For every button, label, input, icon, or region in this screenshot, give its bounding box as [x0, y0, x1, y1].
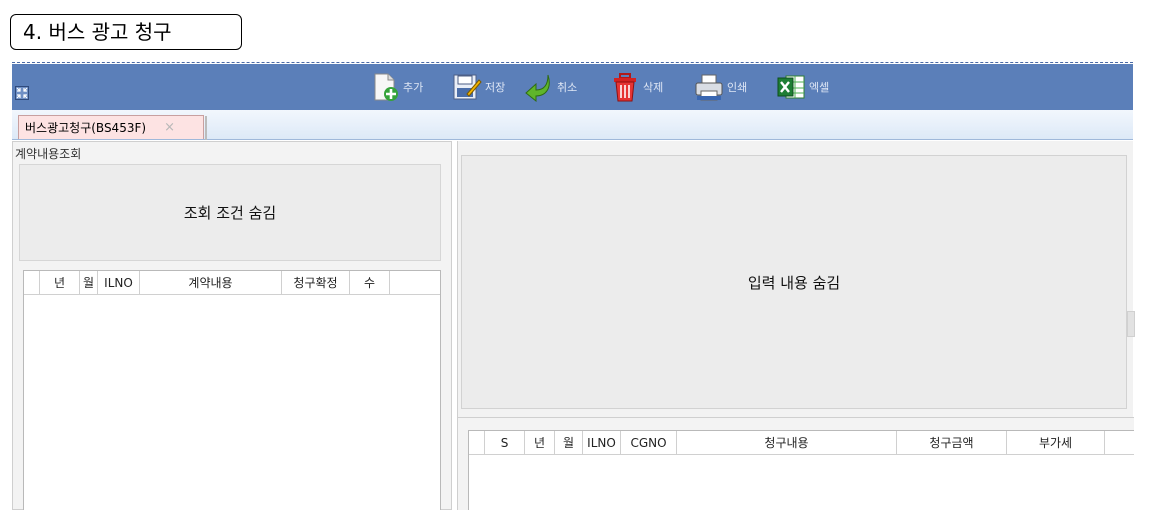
dashed-divider	[12, 62, 1133, 63]
grid-header-billing-content[interactable]: 청구내용	[677, 431, 897, 454]
tab-bus-ad-billing[interactable]: 버스광고청구(BS453F) ×	[18, 115, 207, 140]
add-button[interactable]: 추가	[370, 68, 423, 106]
hide-search-conditions-toggle[interactable]: 조회 조건 숨김	[19, 164, 441, 261]
delete-button[interactable]: 삭제	[610, 68, 663, 106]
contract-search-panel: 계약내용조회 조회 조건 숨김 년 월 ILNO 계약내용 청구확정 수	[12, 141, 452, 510]
print-label: 인쇄	[727, 81, 748, 94]
printer-icon	[695, 74, 723, 101]
grid-header-year[interactable]: 년	[40, 271, 80, 294]
billing-panel: 입력 내용 숨김 S 년 월 ILNO CGNO 청구내용 청구금액 부가세	[457, 141, 1135, 510]
grid-header-vat[interactable]: 부가세	[1007, 431, 1105, 454]
panel-title: 계약내용조회	[15, 147, 82, 161]
excel-icon	[777, 75, 805, 99]
collapse-toggle-icon[interactable]	[15, 86, 29, 100]
delete-label: 삭제	[643, 81, 664, 94]
grid-header-row: 년 월 ILNO 계약내용 청구확정 수	[24, 271, 440, 295]
cancel-button[interactable]: 취소	[524, 68, 577, 106]
save-button[interactable]: 저장	[452, 68, 505, 106]
grid-header-cgno[interactable]: CGNO	[621, 431, 677, 454]
trash-icon	[614, 73, 636, 102]
tab-label: 버스광고청구(BS453F)	[25, 120, 147, 135]
grid-header-month[interactable]: 월	[80, 271, 98, 294]
save-label: 저장	[485, 81, 506, 94]
billing-grid: S 년 월 ILNO CGNO 청구내용 청구금액 부가세	[468, 430, 1134, 510]
grid-header-billing-confirmed[interactable]: 청구확정	[282, 271, 350, 294]
add-document-icon	[374, 73, 398, 101]
save-icon	[453, 74, 482, 100]
contract-grid: 년 월 ILNO 계약내용 청구확정 수	[23, 270, 441, 510]
tab-edge	[205, 116, 207, 140]
grid-header-ilno[interactable]: ILNO	[583, 431, 621, 454]
app-window: 추가 저장 취소 삭제 인쇄 엑셀 버스광고청구(BS453F) × 계약내용조…	[12, 62, 1135, 510]
toolbar: 추가 저장 취소 삭제 인쇄 엑셀	[12, 64, 1133, 110]
grid-header-row: S 년 월 ILNO CGNO 청구내용 청구금액 부가세	[469, 431, 1134, 455]
grid-header-selector[interactable]	[469, 431, 485, 454]
undo-arrow-icon	[525, 74, 550, 102]
print-button[interactable]: 인쇄	[694, 68, 747, 106]
cancel-label: 취소	[557, 81, 578, 94]
splitter-handle[interactable]	[1127, 311, 1135, 337]
section-heading: 4. 버스 광고 청구	[10, 14, 242, 50]
grid-header-month[interactable]: 월	[555, 431, 583, 454]
grid-header-ilno[interactable]: ILNO	[98, 271, 140, 294]
grid-header-status[interactable]: S	[485, 431, 525, 454]
excel-button[interactable]: 엑셀	[776, 68, 829, 106]
add-label: 추가	[403, 81, 424, 94]
hide-input-toggle[interactable]: 입력 내용 숨김	[461, 155, 1127, 409]
grid-header-billing-amount[interactable]: 청구금액	[897, 431, 1007, 454]
excel-label: 엑셀	[809, 81, 830, 94]
grid-header-contract-content[interactable]: 계약내용	[140, 271, 282, 294]
billing-grid-area: S 년 월 ILNO CGNO 청구내용 청구금액 부가세	[458, 417, 1134, 510]
tab-close-icon[interactable]: ×	[164, 117, 175, 139]
grid-header-year[interactable]: 년	[525, 431, 555, 454]
tab-strip: 버스광고청구(BS453F) ×	[12, 110, 1133, 140]
grid-header-selector[interactable]	[24, 271, 40, 294]
grid-header-count[interactable]: 수	[350, 271, 390, 294]
